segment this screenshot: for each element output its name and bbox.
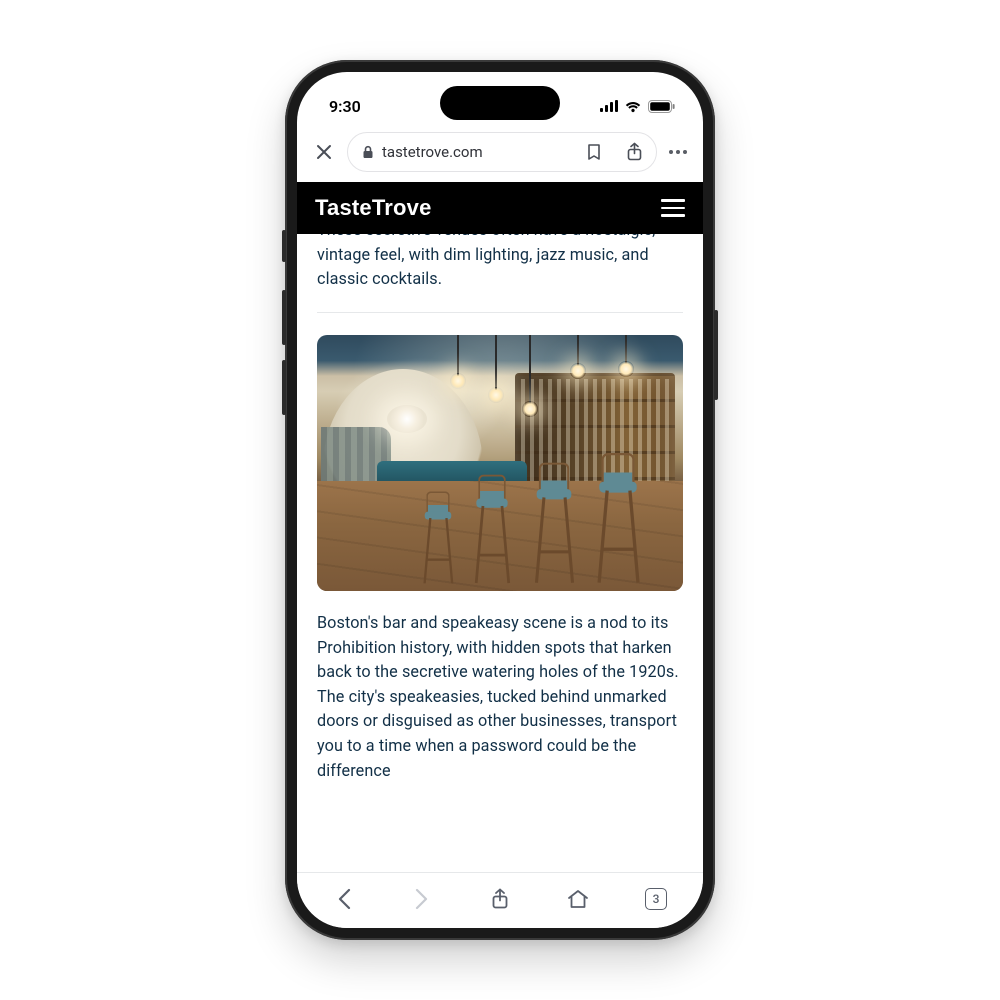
bookmark-button[interactable]	[578, 136, 610, 168]
site-header: TasteTrove	[297, 182, 703, 234]
address-bar[interactable]: tastetrove.com	[347, 132, 657, 172]
forward-button[interactable]	[398, 879, 446, 919]
back-button[interactable]	[320, 879, 368, 919]
battery-icon	[648, 100, 675, 113]
browser-toolbar: 3	[297, 872, 703, 928]
site-brand[interactable]: TasteTrove	[315, 195, 432, 221]
more-button[interactable]	[663, 135, 693, 169]
phone-side-button	[282, 360, 286, 415]
cellular-icon	[600, 100, 618, 112]
share-button[interactable]	[618, 136, 650, 168]
tab-count: 3	[645, 888, 667, 910]
article-content[interactable]: These secretive venues often have a nost…	[297, 234, 703, 872]
phone-side-button	[282, 290, 286, 345]
article-paragraph: These secretive venues often have a nost…	[317, 234, 683, 292]
home-button[interactable]	[554, 879, 602, 919]
tabs-button[interactable]: 3	[632, 879, 680, 919]
phone-frame: 9:30	[285, 60, 715, 940]
share-button-toolbar[interactable]	[476, 879, 524, 919]
phone-side-button	[714, 310, 718, 400]
dynamic-island	[440, 86, 560, 120]
lock-icon	[362, 145, 374, 159]
article-image	[317, 335, 683, 591]
menu-button[interactable]	[661, 199, 685, 217]
phone-screen: 9:30	[297, 72, 703, 928]
browser-address-row: tastetrove.com	[297, 126, 703, 182]
phone-side-button	[282, 230, 286, 262]
close-button[interactable]	[307, 135, 341, 169]
status-time: 9:30	[329, 97, 361, 116]
address-url: tastetrove.com	[382, 143, 570, 161]
article-paragraph: Boston's bar and speakeasy scene is a no…	[317, 611, 683, 783]
divider	[317, 312, 683, 313]
wifi-icon	[624, 100, 642, 113]
